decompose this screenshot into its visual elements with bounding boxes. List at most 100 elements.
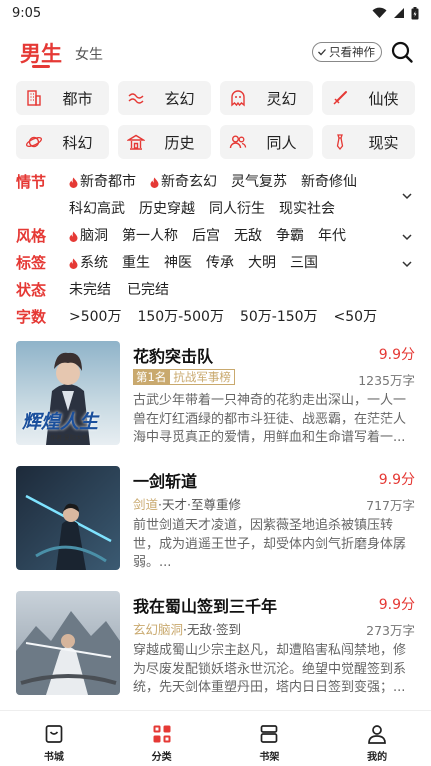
nav-label: 我的 [367, 752, 388, 763]
filter-option[interactable]: 新奇修仙 [301, 169, 357, 196]
book-cover[interactable] [16, 591, 120, 695]
cover-title: 辉煌人生 [22, 411, 99, 433]
nav-category[interactable]: 分类 [108, 711, 216, 766]
category-xianxia[interactable]: 仙侠 [322, 81, 415, 115]
nav-bookstore[interactable]: 书城 [0, 711, 108, 766]
filter-option[interactable]: 系统 [69, 250, 108, 277]
category-label: 历史 [164, 133, 195, 152]
filter-option[interactable]: 历史穿越 [139, 196, 195, 223]
rank-list-name[interactable]: 抗战军事榜 [169, 369, 235, 385]
filter-option[interactable]: 同人衍生 [209, 196, 265, 223]
category-label: 都市 [62, 89, 93, 108]
book-word-count: 1235万字 [358, 373, 415, 388]
book-word-count: 717万字 [366, 498, 415, 513]
book-item[interactable]: 辉煌人生 作者·夏阳大帝 花豹突击队 9.9分 第1名 抗战军事榜 1235万字… [16, 341, 415, 447]
filter-option[interactable]: >500万 [69, 304, 121, 331]
filter-option[interactable]: 第一人称 [122, 223, 178, 250]
only-classic-label: 只看神作 [329, 45, 375, 59]
tab-underline [32, 65, 50, 68]
rank-badge: 第1名 [133, 369, 170, 385]
filter-option[interactable]: 大明 [248, 250, 276, 277]
only-classic-toggle[interactable]: 只看神作 [312, 42, 382, 62]
category-kehuan[interactable]: 科幻 [16, 125, 109, 159]
top-bar: 男生 女生 只看神作 [0, 34, 431, 70]
book-description: 古武少年带着一只神奇的花豹走出深山，一人一兽在灯红酒绿的都市斗狂徒、战恶霸，在茫… [133, 393, 407, 445]
filter-key: 状态 [16, 281, 47, 299]
fire-icon [69, 177, 78, 188]
nav-mine[interactable]: 我的 [323, 711, 431, 766]
cover-author: 作者·夏阳大帝 [50, 435, 88, 442]
filter-option[interactable]: 后宫 [192, 223, 220, 250]
book-item[interactable]: 我在蜀山签到三千年 9.9分 玄幻脑洞 ·无敌·签到 273万字 穿越成蜀山少宗… [16, 591, 415, 697]
nav-label: 分类 [151, 752, 172, 763]
filter-option[interactable]: 已完结 [127, 277, 169, 304]
filter-row-style: 风格 脑洞 第一人称 后宫 无敌 争霸 年代 [16, 223, 415, 250]
nav-label: 书城 [43, 752, 64, 763]
category-linghuan[interactable]: 灵幻 [220, 81, 313, 115]
status-bar: 9:05 [0, 0, 431, 26]
book-tags: 玄幻脑洞 ·无敌·签到 [133, 619, 241, 638]
book-cover[interactable] [16, 466, 120, 570]
category-dushi[interactable]: 都市 [16, 81, 109, 115]
filter-row-words: 字数 >500万 150万-500万 50万-150万 <50万 [16, 304, 415, 331]
filter-option[interactable]: 未完结 [69, 277, 111, 304]
search-icon[interactable] [390, 40, 414, 64]
filter-option[interactable]: 脑洞 [69, 223, 108, 250]
filter-option[interactable]: 新奇都市 [69, 169, 136, 196]
book-description: 前世剑道天才凌道，因紫薇圣地追杀被镇压转世，成为逍遥王世子，却受体内剑气折磨身体… [133, 518, 407, 570]
book-tags: 第1名 抗战军事榜 [133, 369, 235, 385]
book-item[interactable]: 一剑斩道 9.9分 剑道 ·天才·至尊重修 717万字 前世剑道天才凌道，因紫薇… [16, 466, 415, 572]
filter-option[interactable]: 争霸 [276, 223, 304, 250]
tab-male[interactable]: 男生 [20, 38, 62, 68]
book-score: 9.9分 [378, 472, 415, 488]
category-grid-icon [153, 725, 171, 743]
signal-icon [394, 8, 404, 18]
book-title[interactable]: 一剑斩道 [133, 468, 197, 492]
book-genre: 玄幻脑洞 [133, 622, 184, 637]
category-label: 同人 [266, 133, 297, 152]
chevron-down-icon[interactable] [401, 231, 413, 243]
category-label: 科幻 [62, 133, 93, 152]
filter-option[interactable]: 传承 [206, 250, 234, 277]
filter-option[interactable]: 无敌 [234, 223, 262, 250]
filter-option[interactable]: 150万-500万 [137, 304, 224, 331]
category-label: 仙侠 [368, 89, 399, 108]
chevron-down-icon[interactable] [401, 258, 413, 270]
filter-option[interactable]: 年代 [318, 223, 346, 250]
tab-female[interactable]: 女生 [75, 44, 103, 64]
chevron-down-icon[interactable] [401, 190, 413, 202]
filter-option[interactable]: <50万 [334, 304, 378, 331]
filter-key: 字数 [16, 308, 47, 326]
filter-option[interactable]: 50万-150万 [240, 304, 318, 331]
filter-option[interactable]: 新奇玄幻 [150, 169, 217, 196]
category-tongren[interactable]: 同人 [220, 125, 313, 159]
book-cover[interactable]: 辉煌人生 作者·夏阳大帝 [16, 341, 120, 445]
filter-option[interactable]: 灵气复苏 [231, 169, 287, 196]
filter-option[interactable]: 神医 [164, 250, 192, 277]
filter-option-label: 新奇玄幻 [161, 174, 217, 190]
filter-row-tag: 标签 系统 重生 神医 传承 大明 三国 [16, 250, 415, 277]
filter-option[interactable]: 现实社会 [279, 196, 335, 223]
filter-option[interactable]: 科幻高武 [69, 196, 125, 223]
category-lishi[interactable]: 历史 [118, 125, 211, 159]
filter-option[interactable]: 重生 [122, 250, 150, 277]
filter-option[interactable]: 三国 [290, 250, 318, 277]
filter-option-label: 脑洞 [80, 228, 108, 244]
user-icon [368, 725, 386, 744]
category-xuanhuan[interactable]: 玄幻 [118, 81, 211, 115]
battery-icon [411, 6, 419, 19]
filter-key: 标签 [16, 254, 47, 272]
book-title[interactable]: 花豹突击队 [133, 343, 213, 367]
bottom-nav: 书城 分类 书架 我的 [0, 710, 431, 766]
filter-option-label: 系统 [80, 255, 108, 271]
category-label: 玄幻 [164, 89, 195, 108]
book-genre: 剑道 [133, 497, 159, 512]
nav-label: 书架 [259, 752, 280, 763]
book-score: 9.9分 [378, 597, 415, 613]
category-xianshi[interactable]: 现实 [322, 125, 415, 159]
book-title[interactable]: 我在蜀山签到三千年 [133, 593, 277, 617]
nav-bookshelf[interactable]: 书架 [216, 711, 324, 766]
category-label: 现实 [368, 133, 399, 152]
book-tags: 剑道 ·天才·至尊重修 [133, 494, 241, 513]
bookshelf-icon [261, 725, 278, 743]
